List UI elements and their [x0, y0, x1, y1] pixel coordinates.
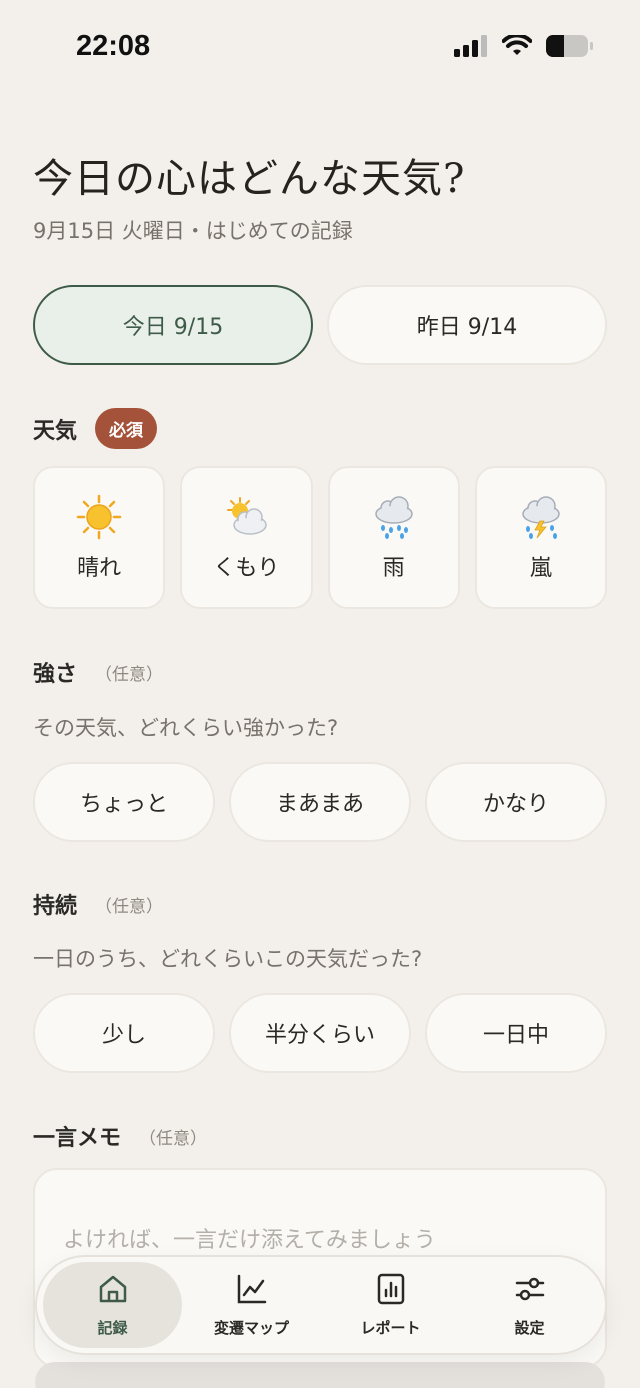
weather-option-sunny[interactable]: 晴れ [33, 466, 166, 609]
duration-question: 一日のうち、どれくらいこの天気だった? [33, 947, 423, 971]
duration-option-short[interactable]: 少し [33, 993, 215, 1073]
tab-label: 変遷マップ [213, 1318, 289, 1337]
intensity-options: ちょっと まあまあ かなり [33, 762, 607, 842]
weather-option-cloudy[interactable]: くもり [180, 466, 313, 609]
date-selector: 今日 9/15 昨日 9/14 [33, 285, 607, 365]
tab-report[interactable]: レポート [321, 1262, 460, 1348]
weather-option-label: くもり [213, 555, 280, 581]
weather-option-label: 嵐 [529, 555, 552, 581]
intensity-question: その天気、どれくらい強かった? [33, 716, 339, 740]
tab-record[interactable]: 記録 [43, 1262, 182, 1348]
duration-option-half[interactable]: 半分くらい [229, 993, 411, 1073]
optional-tag: （任意） [95, 896, 164, 917]
page-title: 今日の心はどんな天気? [33, 156, 466, 202]
optional-tag: （任意） [95, 664, 164, 685]
sliders-icon [514, 1273, 546, 1309]
weather-option-label: 雨 [382, 555, 405, 581]
date-tab-yesterday[interactable]: 昨日 9/14 [327, 285, 607, 365]
tab-label: 記録 [97, 1318, 128, 1337]
weather-option-storm[interactable]: 嵐 [474, 466, 607, 609]
tab-settings[interactable]: 設定 [460, 1262, 599, 1348]
intensity-section-header: 強さ （任意） [33, 656, 163, 688]
duration-label: 持続 [33, 894, 78, 919]
cellular-signal-icon [454, 35, 488, 61]
weather-label: 天気 [33, 418, 78, 444]
weather-option-rain[interactable]: 雨 [327, 466, 460, 609]
status-bar: 22:08 [0, 0, 640, 92]
report-icon [375, 1273, 407, 1309]
tab-label: 設定 [514, 1318, 545, 1337]
tab-label: レポート [360, 1318, 421, 1337]
page-subtitle: 9月15日 火曜日・はじめての記録 [33, 219, 353, 243]
intensity-option-moderate[interactable]: まあまあ [229, 762, 411, 842]
status-icons [454, 33, 594, 62]
home-icon [97, 1273, 129, 1309]
optional-tag: （任意） [139, 1128, 208, 1149]
battery-icon [546, 34, 594, 62]
line-chart-icon [236, 1273, 268, 1309]
duration-section-header: 持続 （任意） [33, 888, 163, 920]
sun-behind-cloud-icon [223, 494, 269, 540]
wifi-icon [501, 33, 533, 61]
tab-transition-map[interactable]: 変遷マップ [182, 1262, 321, 1348]
intensity-option-strong[interactable]: かなり [425, 762, 607, 842]
status-time: 22:08 [76, 30, 151, 62]
duration-option-allday[interactable]: 一日中 [425, 993, 607, 1073]
required-badge: 必須 [95, 408, 158, 449]
memo-section-header: 一言メモ （任意） [33, 1120, 207, 1152]
thunder-cloud-icon [518, 494, 564, 540]
weather-option-label: 晴れ [77, 555, 122, 581]
sun-icon [76, 494, 122, 540]
memo-placeholder: よければ、一言だけ添えてみましょう [63, 1228, 436, 1253]
intensity-option-little[interactable]: ちょっと [33, 762, 215, 842]
memo-label: 一言メモ [33, 1126, 122, 1151]
weather-section-header: 天気 必須 [33, 408, 158, 449]
rain-cloud-icon [371, 494, 417, 540]
duration-options: 少し 半分くらい 一日中 [33, 993, 607, 1073]
date-tab-today[interactable]: 今日 9/15 [33, 285, 313, 365]
weather-options: 晴れ くもり 雨 嵐 [33, 466, 607, 609]
bottom-fade [35, 1362, 605, 1388]
intensity-label: 強さ [33, 662, 78, 687]
bottom-tab-bar: 記録 変遷マップ レポート 設定 [35, 1255, 607, 1355]
